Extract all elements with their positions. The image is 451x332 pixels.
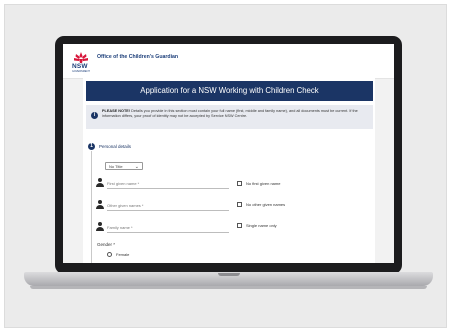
nsw-logo-subtext: GOVERNMENT bbox=[72, 70, 90, 73]
org-name: Office of the Children's Guardian bbox=[97, 54, 179, 60]
gender-female-label: Female bbox=[116, 252, 130, 257]
waratah-logo-icon bbox=[74, 52, 88, 63]
other-given-names-field[interactable]: Other given names * bbox=[107, 201, 229, 211]
step-number-badge: 1 bbox=[88, 143, 95, 150]
nsw-logo-text: NSW bbox=[72, 63, 88, 70]
first-given-name-field[interactable]: First given name * bbox=[107, 179, 229, 189]
form-title-banner: Application for a NSW Working with Child… bbox=[86, 81, 373, 101]
site-header: NSW GOVERNMENT Office of the Children's … bbox=[63, 44, 394, 79]
notice-label: PLEASE NOTE! bbox=[102, 109, 131, 113]
person-icon bbox=[96, 222, 104, 231]
no-first-given-name-label: No first given name bbox=[246, 181, 281, 186]
notice-body: Details you provide in this section must… bbox=[102, 109, 358, 119]
family-name-field[interactable]: Family name * bbox=[107, 223, 229, 233]
laptop-base-shadow bbox=[30, 286, 427, 289]
gender-female-radio[interactable] bbox=[107, 252, 112, 257]
chevron-down-icon: ⌄ bbox=[134, 164, 139, 170]
no-other-given-names-label: No other given names bbox=[246, 202, 286, 207]
single-name-only-checkbox[interactable] bbox=[237, 223, 242, 228]
title-select-value: No Title bbox=[109, 164, 123, 169]
notice-text: PLEASE NOTE! Details you provide in this… bbox=[102, 109, 366, 120]
person-icon bbox=[96, 200, 104, 209]
title-select[interactable]: No Title ⌄ bbox=[105, 162, 143, 170]
browser-viewport: NSW GOVERNMENT Office of the Children's … bbox=[63, 44, 394, 263]
no-first-given-name-checkbox[interactable] bbox=[237, 181, 242, 186]
single-name-only-label: Single name only bbox=[246, 223, 277, 228]
step-connector-line bbox=[91, 151, 92, 263]
no-other-given-names-checkbox[interactable] bbox=[237, 202, 242, 207]
info-icon: i bbox=[91, 112, 98, 119]
laptop-notch bbox=[218, 273, 240, 276]
section-title: Personal details bbox=[99, 144, 132, 149]
laptop-base bbox=[24, 272, 433, 286]
notice-box: i PLEASE NOTE! Details you provide in th… bbox=[86, 105, 373, 129]
person-icon bbox=[96, 178, 104, 187]
gender-label: Gender * bbox=[97, 242, 116, 247]
